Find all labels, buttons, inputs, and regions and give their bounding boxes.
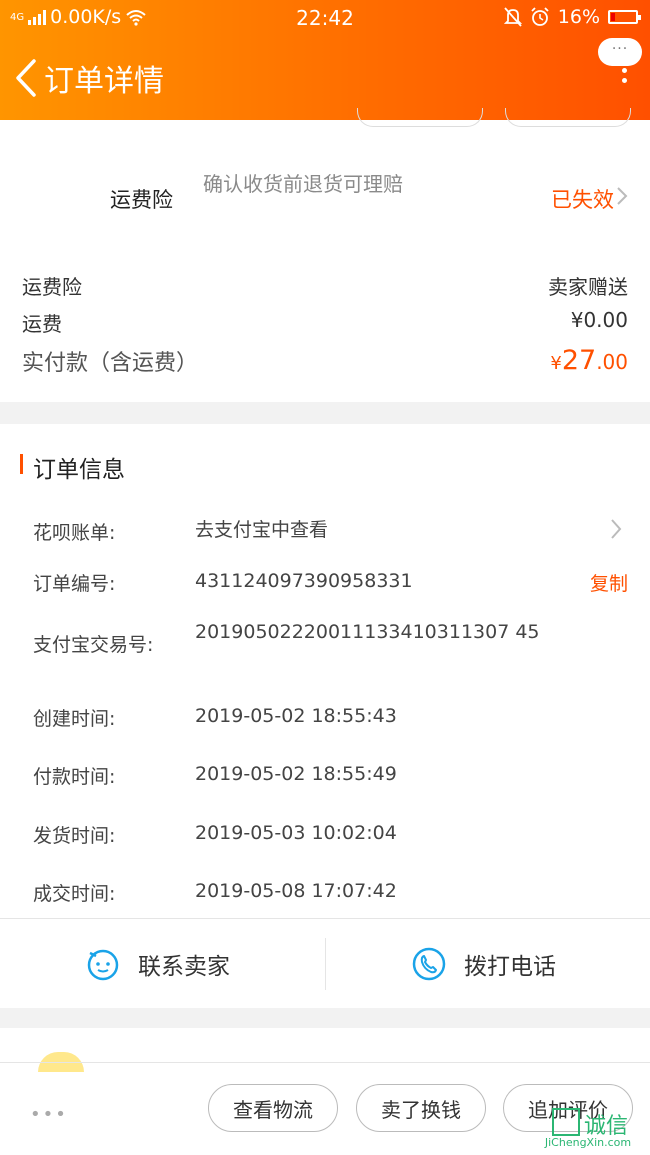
section-accent-bar — [20, 454, 23, 474]
fee-card: 运费险 确认收货前退货可理赔 已失效 运费险 卖家赠送 运费 ¥0.00 实付款… — [0, 108, 650, 402]
info-label: 付款时间: — [33, 766, 116, 788]
paid-amount: ¥27.00 — [550, 345, 628, 376]
paid-label: 实付款（含运费） — [22, 351, 199, 376]
divider — [0, 1062, 650, 1063]
mute-bell-icon — [503, 7, 522, 27]
more-vertical-icon — [622, 68, 628, 88]
info-label: 订单编号: — [33, 573, 116, 595]
alarm-icon — [531, 7, 549, 26]
status-bar: 4G 0.00K/s 22:42 16% — [0, 0, 650, 36]
more-button[interactable]: ··· — [596, 38, 642, 92]
order-number: 431124097390958331 — [195, 570, 413, 592]
copy-button[interactable]: 复制 — [590, 569, 628, 596]
call-phone-button[interactable]: 拨打电话 — [412, 940, 556, 988]
chevron-right-icon — [611, 519, 622, 539]
ghost-button-left — [357, 108, 483, 127]
info-label: 创建时间: — [33, 708, 116, 730]
call-phone-label: 拨打电话 — [464, 954, 556, 980]
paid-decimal: .00 — [596, 350, 628, 374]
divider — [325, 938, 326, 990]
order-info-card: 订单信息 花呗账单: 去支付宝中查看 订单编号: 431124097390958… — [0, 424, 650, 1008]
divider — [0, 918, 650, 919]
summary-label: 运费 — [22, 312, 62, 336]
summary-row-shipping: 运费 ¥0.00 — [22, 308, 628, 337]
contact-seller-button[interactable]: 联系卖家 — [86, 940, 230, 988]
phone-icon — [412, 947, 446, 981]
info-value: 2019-05-08 17:07:42 — [195, 880, 397, 902]
alipay-trade-number: 20190502220011133410311307 45 — [195, 621, 540, 643]
insurance-label: 运费险 — [110, 188, 173, 212]
ghost-button-right — [505, 108, 631, 127]
watermark-url: JiChengXin.com — [544, 1136, 632, 1149]
more-actions-button[interactable]: ••• — [30, 1104, 68, 1125]
info-value: 2019-05-03 10:02:04 — [195, 822, 397, 844]
page-title: 订单详情 — [44, 64, 164, 99]
info-label: 成交时间: — [33, 883, 116, 905]
summary-row-paid: 实付款（含运费） ¥27.00 — [22, 345, 628, 377]
info-label: 支付宝交易号: — [33, 634, 154, 656]
nav-bar: 订单详情 ··· — [0, 38, 650, 116]
summary-row-insurance: 运费险 卖家赠送 — [22, 271, 628, 300]
insurance-status[interactable]: 已失效 — [551, 184, 614, 214]
more-badge: ··· — [598, 38, 642, 66]
resell-button[interactable]: 卖了换钱 — [356, 1084, 486, 1132]
contact-seller-label: 联系卖家 — [138, 954, 230, 980]
info-value: 2019-05-02 18:55:43 — [195, 705, 397, 727]
watermark-logo-icon — [552, 1108, 580, 1136]
summary-value: ¥0.00 — [570, 308, 628, 332]
chat-face-icon — [87, 949, 119, 981]
view-logistics-button[interactable]: 查看物流 — [208, 1084, 338, 1132]
watermark: 诚信 JiChengXin.com — [532, 1100, 644, 1149]
info-value: 2019-05-02 18:55:49 — [195, 763, 397, 785]
info-label: 花呗账单: — [33, 522, 116, 544]
paid-currency: ¥ — [550, 353, 562, 374]
back-arrow-icon[interactable] — [12, 58, 42, 98]
paid-integer: 27 — [561, 345, 597, 376]
insurance-desc: 确认收货前退货可理赔 — [203, 172, 403, 196]
summary-value: 卖家赠送 — [548, 275, 628, 299]
info-label: 发货时间: — [33, 825, 116, 847]
battery-icon — [608, 10, 641, 24]
status-right: 16% — [503, 6, 641, 28]
battery-percent: 16% — [557, 6, 600, 28]
section-title: 订单信息 — [33, 457, 125, 483]
summary-label: 运费险 — [22, 275, 82, 299]
header: 4G 0.00K/s 22:42 16% 订单详情 ··· — [0, 0, 650, 120]
info-value: 去支付宝中查看 — [195, 519, 329, 541]
chevron-right-icon[interactable] — [616, 186, 628, 206]
